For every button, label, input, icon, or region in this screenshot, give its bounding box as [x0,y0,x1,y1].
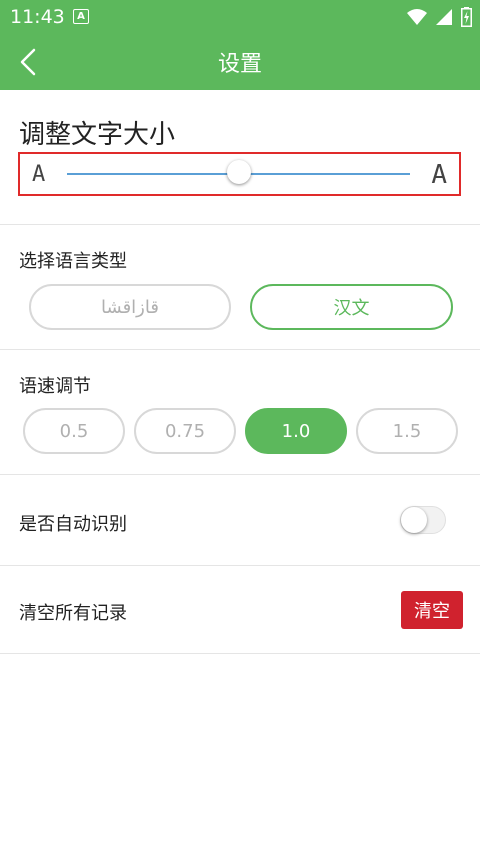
slider-thumb[interactable] [227,160,251,184]
small-font-glyph: A [32,162,46,187]
speed-option-0-75[interactable]: 0.75 [134,408,236,454]
status-icons [407,7,472,27]
page-title: 设置 [217,52,262,77]
app-header: 11:43 A 设置 [0,0,480,90]
clear-button[interactable]: 清空 [401,591,463,629]
auto-detect-row: 是否自动识别 [0,475,480,566]
auto-detect-toggle[interactable] [400,506,446,534]
speech-speed-title: 语速调节 [19,376,91,397]
notification-icon: A [73,9,89,24]
language-section: 选择语言类型 قازاقشا 汉文 [0,225,480,350]
signal-icon [436,9,452,25]
clear-records-label: 清空所有记录 [19,603,127,624]
font-size-slider[interactable]: A A [18,152,461,196]
auto-detect-label: 是否自动识别 [19,514,127,535]
speed-option-0-5[interactable]: 0.5 [23,408,125,454]
clear-records-row: 清空所有记录 清空 [0,566,480,654]
nav-bar: 设置 [0,32,480,90]
toggle-knob [401,507,427,533]
speed-option-1-0[interactable]: 1.0 [245,408,347,454]
wifi-icon [407,9,427,25]
language-option-chinese[interactable]: 汉文 [250,284,453,330]
large-font-glyph: A [431,160,447,190]
language-option-kazakh[interactable]: قازاقشا [29,284,231,330]
speech-speed-section: 语速调节 0.5 0.75 1.0 1.5 [0,350,480,475]
language-title: 选择语言类型 [19,251,127,272]
status-time: 11:43 [10,6,65,28]
status-bar: 11:43 A [0,0,480,32]
battery-charging-icon [461,7,472,27]
font-size-title: 调整文字大小 [19,120,176,150]
speed-option-1-5[interactable]: 1.5 [356,408,458,454]
font-size-section: 调整文字大小 A A [0,90,480,225]
